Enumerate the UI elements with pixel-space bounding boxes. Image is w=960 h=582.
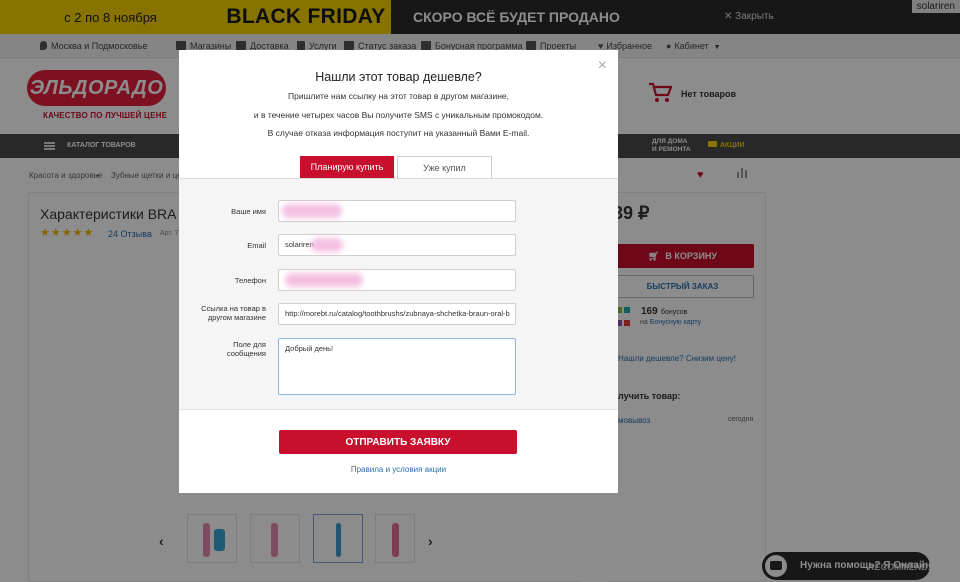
terms-link[interactable]: Правила и условия акции [179, 465, 618, 474]
submit-request-button[interactable]: ОТПРАВИТЬ ЗАЯВКУ [279, 430, 517, 454]
product-link-field[interactable]: http://morebt.ru/catalog/toothbrushs/zub… [278, 303, 516, 325]
email-label: Email [247, 241, 266, 250]
tab-already-bought[interactable]: Уже купил [397, 156, 492, 178]
redacted-name [282, 204, 342, 218]
link-label-line2: другом магазине [207, 313, 266, 322]
message-label-line1: Поле для [233, 340, 266, 349]
link-label: Ссылка на товар в другом магазине [179, 304, 266, 322]
redacted-phone [285, 273, 363, 287]
tab-plan-to-buy[interactable]: Планирую купить [300, 156, 394, 178]
redacted-email [311, 238, 343, 252]
message-label: Поле для сообщения [179, 340, 266, 358]
name-label: Ваше имя [231, 207, 266, 216]
found-cheaper-modal: × Нашли этот товар дешевле? Пришлите нам… [179, 50, 618, 493]
request-form: Ваше имя Email solariren Телефон Ссылка … [179, 178, 618, 410]
modal-tabs: Планирую купить Уже купил [179, 156, 618, 178]
message-field[interactable]: Добрый день! [278, 338, 516, 395]
modal-text-line-2: и в течение четырех часов Вы получите SM… [253, 110, 544, 120]
modal-text-line-1: Пришлите нам ссылку на этот товар в друг… [287, 91, 510, 101]
modal-text-line-3: В случае отказа информация поступит на у… [267, 128, 530, 138]
message-label-line2: сообщения [226, 349, 266, 358]
phone-label: Телефон [234, 276, 266, 285]
link-label-line1: Ссылка на товар в [201, 304, 266, 313]
modal-title: Нашли этот товар дешевле? [315, 70, 482, 84]
